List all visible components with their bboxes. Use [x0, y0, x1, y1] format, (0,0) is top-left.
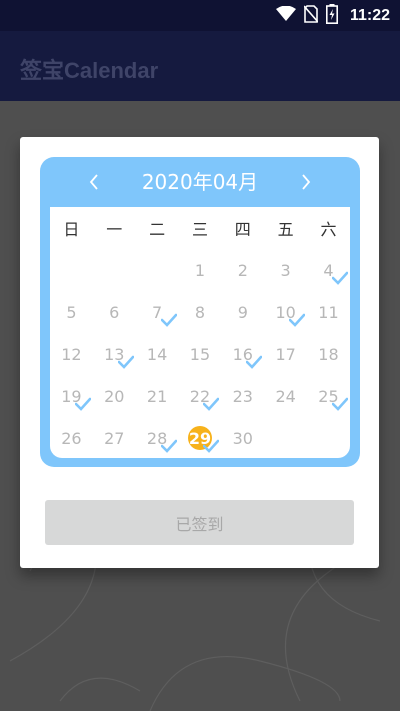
- day-number: 9: [237, 302, 248, 322]
- app-title: 签宝Calendar: [20, 58, 159, 83]
- weekday-label: 二: [149, 220, 166, 239]
- weekday-label: 四: [234, 220, 251, 239]
- checkmark-icon: [160, 439, 177, 453]
- day-number: 21: [146, 386, 168, 406]
- day-cell[interactable]: 16: [221, 333, 264, 375]
- day-number: 6: [109, 302, 120, 322]
- sign-in-dialog: 2020年04月 日一二三四五六 1 2 3 4 5 6 7 8 9 10 11 12 13 14 15 16 1…: [20, 137, 379, 568]
- checkmark-icon: [74, 397, 91, 411]
- day-cell[interactable]: 7: [136, 291, 179, 333]
- day-cell[interactable]: 30: [221, 417, 264, 459]
- chevron-right-icon: [302, 174, 311, 190]
- calendar-row: 5 6 7 8 9 10 11: [50, 291, 350, 333]
- day-cell[interactable]: 25: [307, 375, 350, 417]
- day-cell[interactable]: 2: [221, 249, 264, 291]
- day-cell[interactable]: 18: [307, 333, 350, 375]
- calendar-header: 2020年04月: [40, 157, 360, 207]
- day-cell[interactable]: 14: [136, 333, 179, 375]
- day-number: 5: [66, 302, 77, 322]
- weekday-label: 三: [191, 220, 208, 239]
- day-cell[interactable]: 3: [264, 249, 307, 291]
- day-cell[interactable]: 28: [136, 417, 179, 459]
- status-icons: 11:22: [275, 4, 390, 28]
- day-number: 20: [104, 386, 125, 406]
- empty-cell: [136, 249, 179, 291]
- day-cell[interactable]: 27: [93, 417, 136, 459]
- day-cell[interactable]: 13: [93, 333, 136, 375]
- day-cell[interactable]: 15: [179, 333, 222, 375]
- weekday-label: 一: [106, 220, 123, 239]
- status-time: 11:22: [349, 7, 390, 24]
- day-cell[interactable]: 19: [50, 375, 93, 417]
- day-number: 12: [61, 344, 82, 364]
- day-cell[interactable]: 1: [179, 249, 222, 291]
- day-number: 1: [194, 260, 206, 280]
- battery-charging-icon: [325, 4, 338, 28]
- weekday-label: 五: [277, 220, 294, 239]
- checkmark-icon: [203, 439, 220, 453]
- next-month-button[interactable]: [294, 169, 318, 195]
- checkmark-icon: [203, 397, 220, 411]
- day-cell[interactable]: 22: [179, 375, 222, 417]
- day-number: 14: [146, 344, 168, 364]
- calendar: 2020年04月 日一二三四五六 1 2 3 4 5 6 7 8 9 10 11 12 13 14 15 16 1…: [40, 157, 360, 467]
- day-number: 24: [275, 386, 296, 406]
- calendar-grid: 日一二三四五六 1 2 3 4 5 6 7 8 9 10 11 12 13 14 15 16 17 18 19 20 21…: [50, 207, 350, 458]
- weekday-label: 日: [63, 220, 80, 239]
- day-number: 27: [104, 428, 125, 448]
- day-number: 2: [237, 260, 248, 280]
- day-number: 18: [318, 344, 339, 364]
- day-cell[interactable]: 4: [307, 249, 350, 291]
- status-bar: 11:22: [0, 0, 400, 31]
- calendar-row: 26 27 28 29 30: [50, 417, 350, 459]
- day-cell[interactable]: 24: [264, 375, 307, 417]
- calendar-row: 19 20 21 22 23 24 25: [50, 375, 350, 417]
- day-cell[interactable]: 29: [179, 417, 222, 459]
- day-cell[interactable]: 9: [221, 291, 264, 333]
- checkmark-icon: [117, 355, 134, 369]
- empty-cell: [50, 249, 93, 291]
- day-cell[interactable]: 8: [179, 291, 222, 333]
- day-cell[interactable]: 12: [50, 333, 93, 375]
- calendar-row: 12 13 14 15 16 17 18: [50, 333, 350, 375]
- checkmark-icon: [331, 271, 348, 285]
- day-cell[interactable]: 10: [264, 291, 307, 333]
- no-sim-icon: [303, 5, 319, 27]
- day-cell[interactable]: 20: [93, 375, 136, 417]
- weekday-row: 日一二三四五六: [50, 207, 350, 249]
- signed-in-button[interactable]: 已签到: [45, 500, 354, 545]
- weekday-label: 六: [320, 220, 337, 239]
- day-cell[interactable]: 6: [93, 291, 136, 333]
- calendar-days: 日一二三四五六 1 2 3 4 5 6 7 8 9 10 11 12 13 14 15 16 17 18 19 20 21…: [50, 207, 350, 459]
- day-number: 26: [61, 428, 82, 448]
- day-number: 11: [318, 302, 339, 322]
- day-number: 17: [275, 344, 296, 364]
- day-cell[interactable]: 11: [307, 291, 350, 333]
- day-number: 23: [232, 386, 253, 406]
- day-number: 30: [232, 428, 253, 448]
- day-cell[interactable]: 5: [50, 291, 93, 333]
- day-number: 8: [194, 302, 206, 322]
- checkmark-icon: [331, 397, 348, 411]
- day-cell[interactable]: 23: [221, 375, 264, 417]
- checkmark-icon: [246, 355, 263, 369]
- app-bar: 签宝Calendar: [0, 31, 400, 101]
- checkmark-icon: [160, 313, 177, 327]
- empty-cell: [93, 249, 136, 291]
- day-cell[interactable]: 26: [50, 417, 93, 459]
- day-number: 15: [189, 344, 211, 364]
- day-number: 3: [280, 260, 291, 280]
- day-cell[interactable]: 21: [136, 375, 179, 417]
- calendar-row: 1 2 34: [50, 249, 350, 291]
- day-cell[interactable]: 17: [264, 333, 307, 375]
- wifi-icon: [275, 5, 296, 26]
- checkmark-icon: [289, 313, 306, 327]
